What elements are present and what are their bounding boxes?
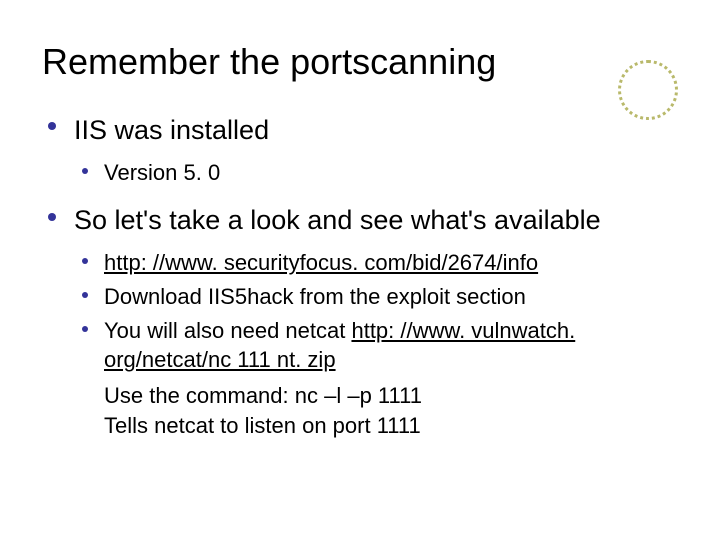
bullet-text: Version 5. 0	[104, 160, 220, 185]
plain-text: Tells netcat to listen on port 1111	[74, 411, 678, 441]
sub-list: Version 5. 0	[74, 158, 678, 188]
bullet-text: You will also need netcat	[104, 318, 351, 343]
bullet-list: IIS was installed Version 5. 0 So let's …	[42, 112, 678, 441]
list-item: http: //www. securityfocus. com/bid/2674…	[74, 248, 678, 278]
list-item: So let's take a look and see what's avai…	[42, 202, 678, 441]
plain-text: Use the command: nc –l –p 1111	[74, 381, 678, 411]
list-item: IIS was installed Version 5. 0	[42, 112, 678, 188]
bullet-text: Download IIS5hack from the exploit secti…	[104, 284, 526, 309]
bullet-text: So let's take a look and see what's avai…	[74, 205, 601, 235]
sub-list: http: //www. securityfocus. com/bid/2674…	[74, 248, 678, 375]
plain-lines: Use the command: nc –l –p 1111 Tells net…	[74, 381, 678, 440]
list-item: Version 5. 0	[74, 158, 678, 188]
link-text[interactable]: http: //www. securityfocus. com/bid/2674…	[104, 250, 538, 275]
slide-title: Remember the portscanning	[42, 42, 678, 82]
bullet-text: IIS was installed	[74, 115, 269, 145]
list-item: Download IIS5hack from the exploit secti…	[74, 282, 678, 312]
slide: Remember the portscanning IIS was instal…	[0, 0, 720, 540]
list-item: You will also need netcat http: //www. v…	[74, 316, 678, 375]
